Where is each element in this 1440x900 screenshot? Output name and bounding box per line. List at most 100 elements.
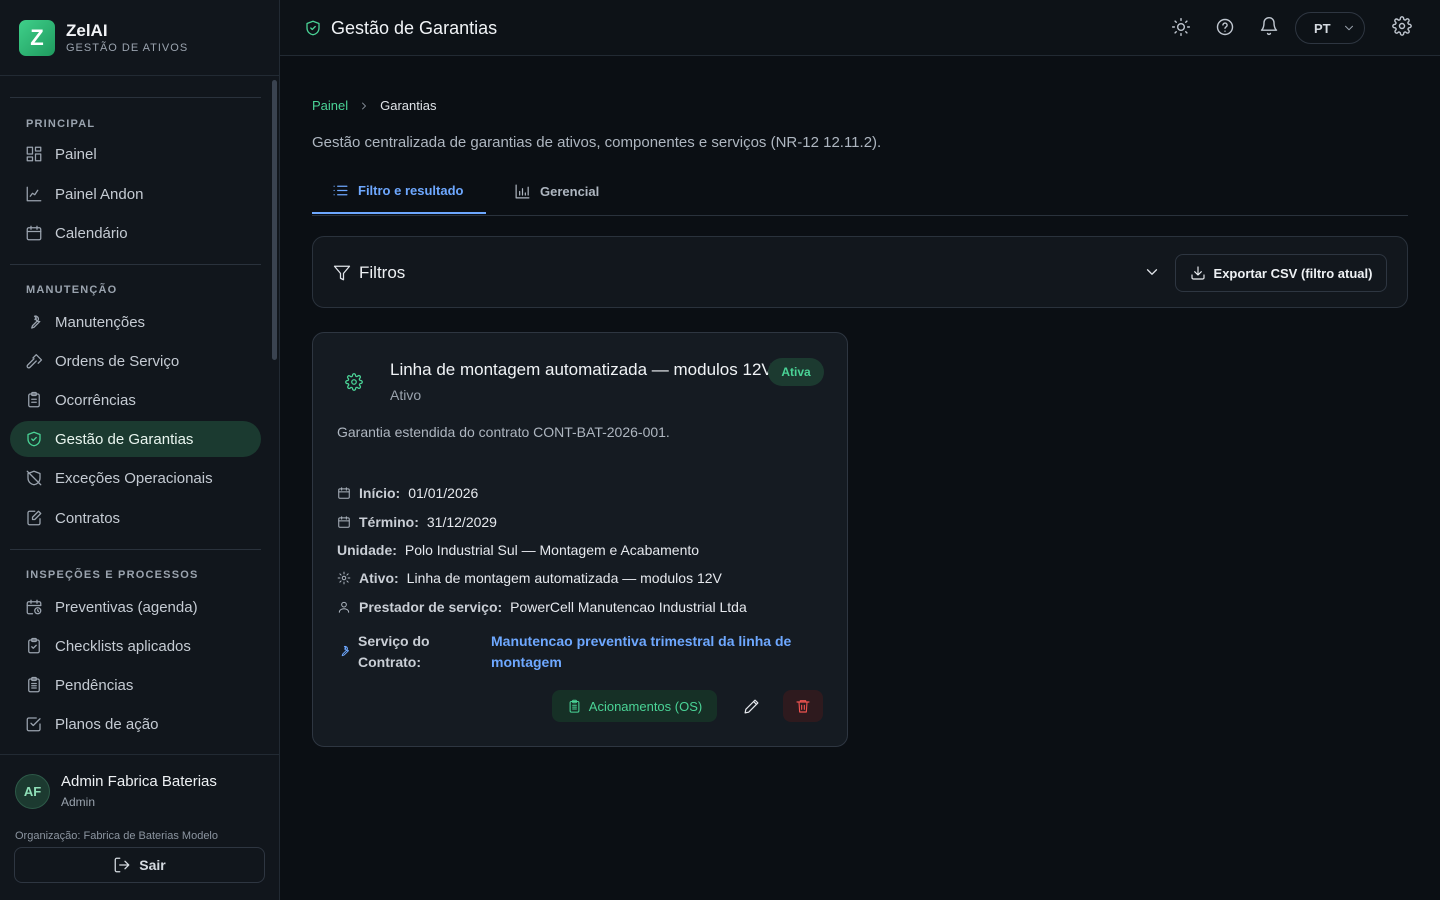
sidebar-item-manutencoes[interactable]: Manutenções bbox=[10, 304, 261, 340]
filters-panel: Filtros Exportar CSV (filtro atual) bbox=[312, 236, 1408, 308]
warranty-card: Linha de montagem automatizada — modulos… bbox=[312, 332, 848, 747]
section-title-principal: PRINCIPAL bbox=[26, 118, 96, 130]
sidebar-item-label: Pendências bbox=[55, 676, 134, 694]
sidebar-item-label: Exceções Operacionais bbox=[55, 469, 213, 487]
gear-icon bbox=[337, 571, 351, 585]
calendar-icon bbox=[337, 486, 351, 500]
start-date-row: Início: 01/01/2026 bbox=[337, 485, 478, 501]
bell-icon[interactable] bbox=[1259, 16, 1279, 36]
logout-button[interactable]: Sair bbox=[14, 847, 265, 883]
delete-button[interactable] bbox=[783, 690, 823, 722]
end-label: Término: bbox=[359, 514, 419, 530]
dashboard-icon bbox=[25, 145, 43, 163]
page-description: Gestão centralizada de garantias de ativ… bbox=[312, 134, 882, 151]
section-title-manutencao: MANUTENÇÃO bbox=[26, 284, 118, 296]
clipboard-icon bbox=[25, 391, 43, 409]
sidebar: Z ZelAI GESTÃO DE ATIVOS PRINCIPAL Paine… bbox=[0, 0, 280, 900]
unit-row: Unidade: Polo Industrial Sul — Montagem … bbox=[337, 542, 699, 558]
download-icon bbox=[1190, 265, 1206, 281]
provider-value: PowerCell Manutencao Industrial Ltda bbox=[510, 599, 747, 615]
sidebar-scrollbar[interactable] bbox=[272, 80, 277, 360]
end-date-row: Término: 31/12/2029 bbox=[337, 514, 497, 530]
warranty-title: Linha de montagem automatizada — modulos… bbox=[390, 360, 773, 379]
bar-chart-icon bbox=[514, 183, 531, 200]
export-csv-label: Exportar CSV (filtro atual) bbox=[1213, 265, 1373, 281]
brand-logo: Z bbox=[19, 19, 55, 56]
acionamentos-os-label: Acionamentos (OS) bbox=[588, 698, 703, 714]
tabs: Filtro e resultado Gerencial bbox=[312, 168, 1408, 216]
sidebar-item-painel[interactable]: Painel bbox=[10, 136, 261, 172]
language-select[interactable]: PT bbox=[1295, 12, 1365, 44]
tab-label: Gerencial bbox=[540, 183, 600, 199]
divider bbox=[10, 549, 261, 550]
organization-label: Organização: Fabrica de Baterias Modelo bbox=[15, 830, 218, 842]
hammer-icon bbox=[25, 352, 43, 370]
sidebar-item-label: Painel bbox=[55, 145, 97, 163]
sidebar-item-label: Planos de ação bbox=[55, 715, 159, 733]
clipboard-list-icon bbox=[567, 699, 582, 714]
brand[interactable]: Z ZelAI GESTÃO DE ATIVOS bbox=[0, 0, 279, 76]
divider bbox=[10, 264, 261, 265]
sun-icon[interactable] bbox=[1171, 17, 1191, 37]
user-name: Admin Fabrica Baterias bbox=[61, 773, 217, 790]
sidebar-item-excecoes[interactable]: Exceções Operacionais bbox=[10, 460, 261, 496]
clipboard-list-icon bbox=[25, 676, 43, 694]
sidebar-item-painel-andon[interactable]: Painel Andon bbox=[10, 176, 261, 212]
shield-check-icon bbox=[304, 19, 322, 37]
breadcrumb: Painel Garantias bbox=[312, 98, 437, 113]
unit-value: Polo Industrial Sul — Montagem e Acabame… bbox=[404, 542, 700, 558]
calendar-icon bbox=[25, 224, 43, 242]
pencil-icon bbox=[743, 698, 760, 715]
asset-row: Ativo: Linha de montagem automatizada — … bbox=[337, 570, 722, 586]
end-value: 31/12/2029 bbox=[426, 514, 497, 530]
sidebar-item-planos-acao[interactable]: Planos de ação bbox=[10, 706, 261, 742]
filters-toggle[interactable]: Filtros bbox=[333, 237, 405, 309]
tab-gerencial[interactable]: Gerencial bbox=[514, 168, 599, 214]
calendar-clock-icon bbox=[25, 598, 43, 616]
sidebar-item-gestao-garantias[interactable]: Gestão de Garantias bbox=[10, 421, 261, 457]
start-value: 01/01/2026 bbox=[408, 485, 479, 501]
sidebar-item-contratos[interactable]: Contratos bbox=[10, 500, 261, 536]
list-icon bbox=[332, 182, 349, 199]
document-edit-icon bbox=[25, 509, 43, 527]
asset-label: Ativo: bbox=[359, 570, 399, 586]
gear-icon bbox=[345, 373, 363, 391]
breadcrumb-current: Garantias bbox=[380, 98, 437, 113]
sidebar-item-label: Ocorrências bbox=[55, 391, 136, 409]
sidebar-item-label: Manutenções bbox=[55, 313, 146, 331]
start-label: Início: bbox=[359, 485, 401, 501]
acionamentos-os-button[interactable]: Acionamentos (OS) bbox=[552, 690, 717, 722]
warranty-type: Ativo bbox=[390, 387, 422, 403]
topbar: Gestão de Garantias PT bbox=[280, 0, 1440, 56]
brand-subtitle: GESTÃO DE ATIVOS bbox=[66, 41, 189, 54]
sidebar-item-ocorrencias[interactable]: Ocorrências bbox=[10, 382, 261, 418]
shield-check-icon bbox=[25, 430, 43, 448]
sidebar-nav: PRINCIPAL Painel Painel Andon Calendário… bbox=[0, 76, 280, 754]
help-icon[interactable] bbox=[1215, 17, 1235, 37]
sidebar-item-preventivas[interactable]: Preventivas (agenda) bbox=[10, 589, 261, 625]
tab-filtro-resultado[interactable]: Filtro e resultado bbox=[312, 168, 486, 214]
sidebar-item-calendario[interactable]: Calendário bbox=[10, 215, 261, 251]
clipboard-check-icon bbox=[25, 637, 43, 655]
page-title-text: Gestão de Garantias bbox=[331, 17, 498, 38]
breadcrumb-root-link[interactable]: Painel bbox=[312, 98, 348, 113]
tab-label: Filtro e resultado bbox=[358, 182, 464, 198]
sidebar-item-label: Preventivas (agenda) bbox=[55, 598, 198, 616]
checkbox-icon bbox=[25, 715, 43, 733]
sidebar-item-ordens-servico[interactable]: Ordens de Serviço bbox=[10, 343, 261, 379]
avatar[interactable]: AF bbox=[15, 774, 50, 809]
chevron-right-icon bbox=[358, 100, 370, 112]
chevron-down-icon[interactable] bbox=[1143, 263, 1161, 281]
sidebar-item-label: Contratos bbox=[55, 509, 121, 527]
trash-icon bbox=[795, 698, 811, 714]
gear-icon[interactable] bbox=[1392, 16, 1412, 36]
unit-label: Unidade: bbox=[337, 542, 397, 558]
sidebar-item-pendencias[interactable]: Pendências bbox=[10, 667, 261, 703]
service-link[interactable]: Manutencao preventiva trimestral da linh… bbox=[491, 631, 811, 673]
export-csv-button[interactable]: Exportar CSV (filtro atual) bbox=[1175, 254, 1387, 292]
brand-name: ZelAI bbox=[66, 20, 108, 40]
wrench-icon bbox=[337, 644, 351, 658]
sidebar-item-checklists[interactable]: Checklists aplicados bbox=[10, 628, 261, 664]
edit-button[interactable] bbox=[735, 690, 767, 722]
language-value: PT bbox=[1314, 20, 1331, 36]
